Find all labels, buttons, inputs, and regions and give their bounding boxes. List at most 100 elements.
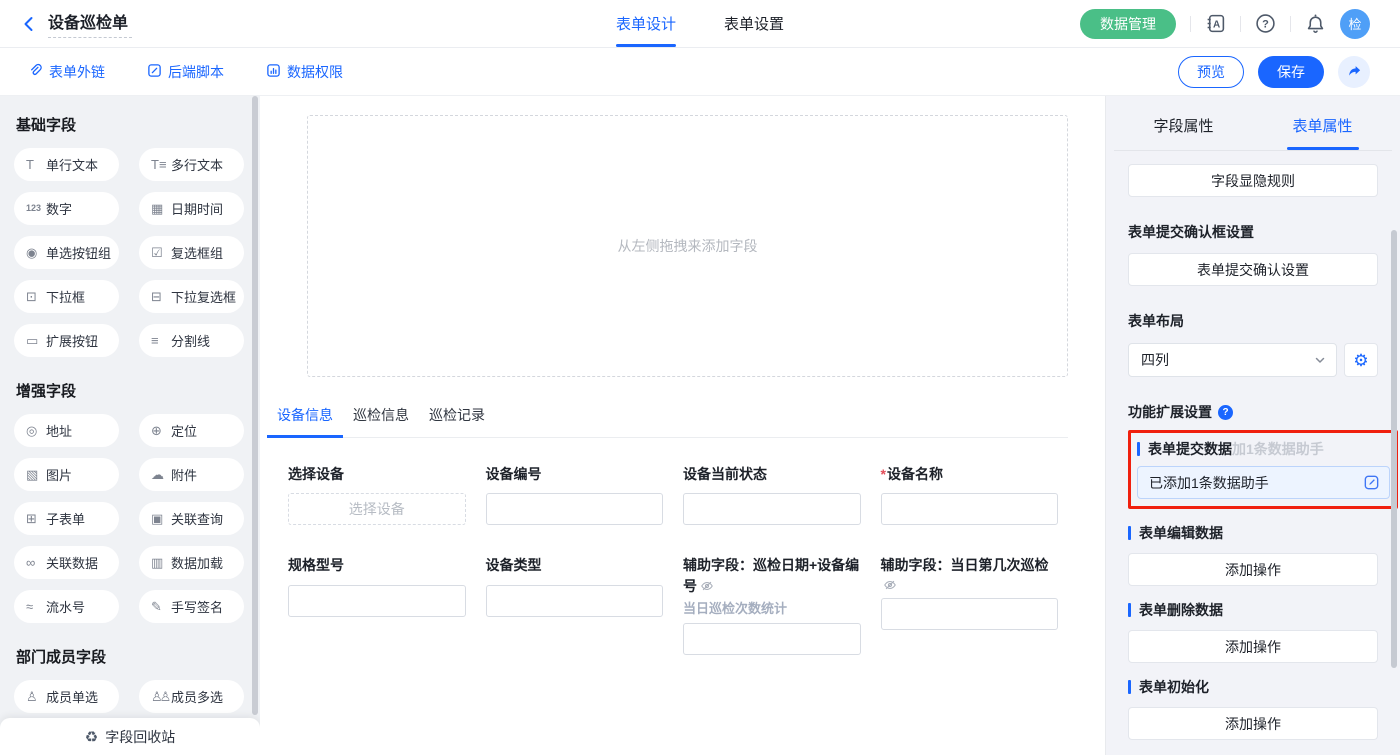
field-pill-checkbox-group[interactable]: ☑复选框组 (139, 236, 244, 269)
save-button[interactable]: 保存 (1258, 56, 1324, 88)
page-title[interactable]: 设备巡检单 (48, 9, 132, 38)
linked-data-icon: ∞ (26, 556, 46, 569)
form-field-aux-daily-count[interactable]: 辅助字段：当日第几次巡检 (881, 555, 1059, 629)
form-toolbar: 表单外链 后端脚本 数据权限 预览 保存 (0, 48, 1400, 96)
field-pill-radio-group[interactable]: ◉单选按钮组 (14, 236, 119, 269)
tab-form-properties[interactable]: 表单属性 (1253, 102, 1392, 150)
field-pill-linked-query[interactable]: ▣关联查询 (139, 502, 244, 535)
add-action-button-delete-data[interactable]: 添加操作 (1128, 630, 1378, 663)
section-bar (1128, 603, 1131, 617)
field-pill-datetime[interactable]: ▦日期时间 (139, 192, 244, 225)
share-arrow-icon (1347, 64, 1362, 79)
field-pill-number[interactable]: 123数字 (14, 192, 119, 225)
divider (1240, 16, 1241, 32)
select-device-input[interactable]: 选择设备 (288, 493, 466, 525)
tab-form-design[interactable]: 表单设计 (616, 0, 676, 47)
properties-panel: 字段属性 表单属性 字段显隐规则 表单提交确认框设置 表单提交确认设置 表单布局… (1105, 96, 1400, 755)
spec-model-input[interactable] (288, 585, 466, 617)
field-visibility-rules-button[interactable]: 字段显隐规则 (1128, 164, 1378, 197)
chevron-down-icon (1314, 354, 1326, 366)
back-icon[interactable] (20, 15, 38, 33)
avatar[interactable]: 检 (1340, 9, 1370, 39)
preview-button[interactable]: 预览 (1178, 56, 1244, 88)
tab-form-settings[interactable]: 表单设置 (724, 0, 784, 47)
svg-text:A: A (1213, 19, 1220, 30)
add-action-button-edit-data[interactable]: 添加操作 (1128, 553, 1378, 586)
multi-dropdown-icon: ⊟ (151, 290, 171, 303)
contacts-book-icon[interactable]: A (1205, 13, 1226, 34)
radio-group-icon: ◉ (26, 246, 46, 259)
form-field-select-device[interactable]: 选择设备 选择设备 (288, 464, 466, 525)
delete-data-section: 表单删除数据 添加操作 (1128, 600, 1378, 663)
signature-icon: ✎ (151, 600, 171, 613)
submit-confirm-settings-button[interactable]: 表单提交确认设置 (1128, 253, 1378, 286)
form-field-spec-model[interactable]: 规格型号 (288, 555, 466, 616)
ghost-overflow-text: 加1条数据助手 (1232, 439, 1324, 459)
field-pill-multi-line-text[interactable]: T≡多行文本 (139, 148, 244, 181)
add-action-button-form-init[interactable]: 添加操作 (1128, 707, 1378, 740)
form-field-aux-date-code[interactable]: 辅助字段：巡检日期+设备编号 当日巡检次数统计 (683, 555, 861, 655)
field-palette-sidebar: 基础字段 T单行文本 T≡多行文本 123数字 ▦日期时间 ◉单选按钮组 ☑复选… (0, 96, 260, 755)
device-code-input[interactable] (486, 493, 664, 525)
help-filled-icon[interactable]: ? (1218, 405, 1233, 420)
field-pill-member-multi[interactable]: ♙♙成员多选 (139, 680, 244, 713)
tab-inspection-info[interactable]: 巡检信息 (343, 405, 419, 437)
edit-icon[interactable] (1363, 474, 1380, 491)
data-assistant-status[interactable]: 已添加1条数据助手 (1137, 466, 1390, 499)
tab-field-properties[interactable]: 字段属性 (1114, 102, 1253, 150)
serial-number-icon: ≈ (26, 600, 46, 613)
help-icon[interactable]: ? (1255, 13, 1276, 34)
data-manage-button[interactable]: 数据管理 (1080, 9, 1176, 39)
properties-tabs: 字段属性 表单属性 (1114, 102, 1392, 150)
device-name-input[interactable] (881, 493, 1059, 525)
subform-icon: ⊞ (26, 512, 46, 525)
data-chart-icon (266, 63, 281, 81)
dropdown-icon: ⊡ (26, 290, 46, 303)
field-pill-multi-dropdown[interactable]: ⊟下拉复选框 (139, 280, 244, 313)
link-icon (28, 63, 43, 81)
backend-script-link[interactable]: 后端脚本 (147, 62, 224, 82)
field-pill-dropdown[interactable]: ⊡下拉框 (14, 280, 119, 313)
field-pill-data-load[interactable]: ▥数据加载 (139, 546, 244, 579)
share-button[interactable] (1338, 56, 1370, 88)
layout-gear-button[interactable]: ⚙ (1344, 343, 1378, 377)
field-recycle-bin[interactable]: ♻ 字段回收站 (0, 718, 260, 755)
field-pill-address[interactable]: ◎地址 (14, 414, 119, 447)
aux-daily-count-input[interactable] (881, 598, 1059, 630)
form-field-device-code[interactable]: 设备编号 (486, 464, 664, 525)
properties-scrollbar[interactable] (1391, 230, 1397, 668)
locate-icon: ⊕ (151, 424, 171, 437)
member-multi-icon: ♙♙ (151, 690, 171, 703)
form-field-device-status[interactable]: 设备当前状态 (683, 464, 861, 525)
field-pill-member-single[interactable]: ♙成员单选 (14, 680, 119, 713)
layout-select[interactable]: 四列 (1128, 343, 1337, 377)
section-title-enhanced-fields: 增强字段 (16, 380, 244, 401)
dropzone[interactable]: 从左侧拖拽来添加字段 (307, 115, 1068, 377)
aux-field-sublabel: 当日巡检次数统计 (683, 598, 861, 617)
sidebar-scrollbar[interactable] (252, 96, 258, 715)
field-pill-locate[interactable]: ⊕定位 (139, 414, 244, 447)
section-bar (1128, 526, 1131, 540)
field-pill-single-line-text[interactable]: T单行文本 (14, 148, 119, 181)
data-permission-link[interactable]: 数据权限 (266, 62, 343, 82)
form-field-device-name[interactable]: *设备名称 (881, 464, 1059, 525)
field-pill-serial-number[interactable]: ≈流水号 (14, 590, 119, 623)
script-icon (147, 63, 162, 81)
tab-inspection-record[interactable]: 巡检记录 (419, 405, 495, 437)
divider-icon: ≡ (151, 334, 171, 347)
form-external-link[interactable]: 表单外链 (28, 62, 105, 82)
data-load-icon: ▥ (151, 556, 171, 569)
notification-bell-icon[interactable] (1305, 13, 1326, 34)
field-pill-divider-line[interactable]: ≡分割线 (139, 324, 244, 357)
field-pill-image[interactable]: ▧图片 (14, 458, 119, 491)
device-type-input[interactable] (486, 585, 664, 617)
field-pill-signature[interactable]: ✎手写签名 (139, 590, 244, 623)
form-field-device-type[interactable]: 设备类型 (486, 555, 664, 616)
field-pill-attachment[interactable]: ☁附件 (139, 458, 244, 491)
tab-device-info[interactable]: 设备信息 (267, 405, 343, 437)
field-pill-extend-button[interactable]: ▭扩展按钮 (14, 324, 119, 357)
device-status-input[interactable] (683, 493, 861, 525)
aux-date-code-input[interactable] (683, 623, 861, 655)
field-pill-subform[interactable]: ⊞子表单 (14, 502, 119, 535)
field-pill-linked-data[interactable]: ∞关联数据 (14, 546, 119, 579)
